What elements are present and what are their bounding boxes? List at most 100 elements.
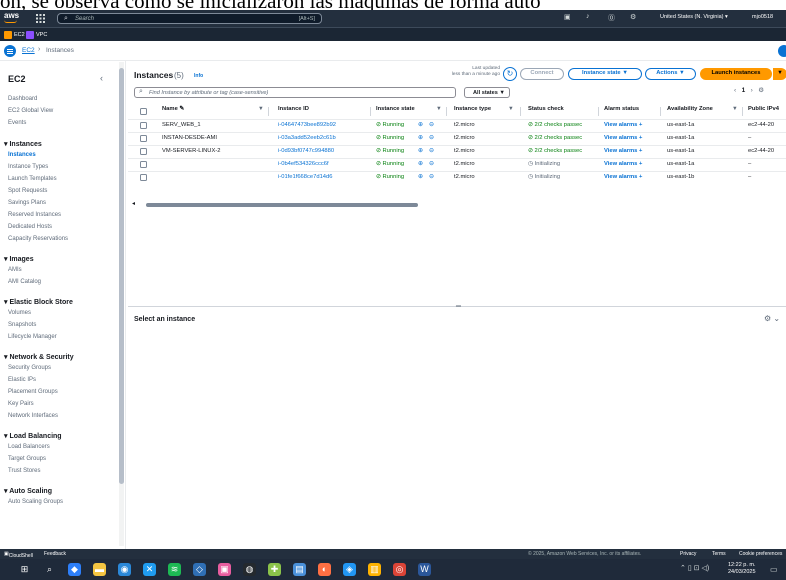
table-row[interactable]: i-01fe1f668ce7d14d6 ⊘ Running ⊕ ⊖ t2.micro ◷ … [128,171,786,183]
spotify-icon[interactable]: ≋ [168,563,181,576]
sidebar-item-auto-scaling-groups[interactable]: Auto Scaling Groups [8,499,63,505]
privacy-link[interactable]: Privacy [680,551,696,557]
instance-id-link[interactable]: i-04647473bee892b92 [278,122,336,128]
view-alarms-link[interactable]: View alarms + [604,122,642,128]
col-status-check[interactable]: Status check [528,106,564,118]
launch-dropdown-button[interactable]: ▼ [773,68,786,80]
col-public-ipv4[interactable]: Public IPv4 [748,106,779,118]
help-icon[interactable]: ⓪ [608,13,615,23]
sidebar-item-ec2-global-view[interactable]: EC2 Global View [8,108,53,114]
row-checkbox[interactable] [140,148,147,155]
info-link[interactable]: Info [194,73,203,79]
sidebar-item-savings-plans[interactable]: Savings Plans [8,200,46,206]
service-ec2[interactable]: EC2 [4,30,25,40]
sidebar-item-amis[interactable]: AMIs [8,267,22,273]
chevron-up-icon[interactable]: ⌃ [680,565,686,572]
windows-icon[interactable]: ⊞ [18,563,31,576]
zoom-out-icon[interactable]: ⊖ [429,135,434,141]
instance-state-button[interactable]: Instance state ▼ [568,68,642,80]
table-row[interactable]: INSTAN-DESDE-AMI i-03a3add52eeb2c61b ⊘ Run… [128,132,786,144]
sidebar-item-dashboard[interactable]: Dashboard [8,96,37,102]
instance-id-link[interactable]: i-0b4ef534326ccc6f [278,161,329,167]
table-scroll-thumb[interactable] [146,203,418,207]
gear-icon[interactable]: ⚙ [630,13,636,21]
sidebar-section-network-security[interactable]: ▾ Network & Security [4,353,74,361]
system-tray[interactable]: ⌃ ▯ ⊡ ◁) [680,564,709,572]
services-grid-icon[interactable] [36,14,45,23]
zoom-in-icon[interactable]: ⊕ [418,148,423,154]
sidebar-item-load-balancers[interactable]: Load Balancers [8,444,50,450]
col-instance-id[interactable]: Instance ID [278,106,309,118]
col-name[interactable]: Name ✎ [162,106,184,118]
sidebar-item-lifecycle-manager[interactable]: Lifecycle Manager [8,334,57,340]
refresh-button[interactable]: ↻ [503,67,517,81]
page-number[interactable]: 1 [742,87,746,94]
table-row[interactable]: SERV_WEB_1 i-04647473bee892b92 ⊘ Running ⊕ ⊖… [128,119,786,131]
drag-handle-icon[interactable]: ═ [456,303,461,310]
app-icon[interactable]: ◆ [68,563,81,576]
network-icon[interactable]: ⊡ [694,565,700,572]
connect-button[interactable]: Connect [520,68,564,80]
zoom-out-icon[interactable]: ⊖ [429,161,434,167]
feedback-link[interactable]: Feedback [44,551,66,557]
launch-instances-button[interactable]: Launch instances [700,68,772,80]
col-availability-zone[interactable]: Availability Zone [667,106,713,118]
sidebar-item-security-groups[interactable]: Security Groups [8,365,51,371]
instance-id-link[interactable]: i-03a3add52eeb2c61b [278,135,336,141]
sidebar-item-spot-requests[interactable]: Spot Requests [8,188,47,194]
battery-icon[interactable]: ▯ [688,565,692,572]
zoom-out-icon[interactable]: ⊖ [429,174,434,180]
view-alarms-link[interactable]: View alarms + [604,174,642,180]
terms-link[interactable]: Terms [712,551,726,557]
col-instance-state[interactable]: Instance state [376,106,415,118]
cloudshell-link[interactable]: ▣ CloudShell [4,551,33,559]
row-checkbox[interactable] [140,135,147,142]
sidebar-item-trust-stores[interactable]: Trust Stores [8,468,40,474]
zoom-out-icon[interactable]: ⊖ [429,122,434,128]
app-icon[interactable]: ◐ [318,563,331,576]
sidebar-item-instance-types[interactable]: Instance Types [8,164,48,170]
sidebar-item-network-interfaces[interactable]: Network Interfaces [8,413,58,419]
file-explorer-icon[interactable]: ▬ [93,563,106,576]
next-page-icon[interactable]: › [751,87,753,94]
volume-icon[interactable]: ◁) [701,565,709,572]
sidebar-item-events[interactable]: Events [8,120,26,126]
select-all-checkbox[interactable] [140,108,147,115]
instance-id-link[interactable]: i-0d93bf0747c994880 [278,148,334,154]
word-icon[interactable]: W [418,563,431,576]
actions-button[interactable]: Actions ▼ [645,68,696,80]
app-icon[interactable]: ▣ [218,563,231,576]
app-icon[interactable]: ▥ [368,563,381,576]
view-alarms-link[interactable]: View alarms + [604,135,642,141]
row-checkbox[interactable] [140,161,147,168]
notifications-icon[interactable]: ▭ [770,565,778,574]
row-checkbox[interactable] [140,122,147,129]
sort-icon[interactable]: ▼ [258,106,264,118]
search-icon[interactable]: ⌕ [43,563,56,576]
sidebar-item-reserved-instances[interactable]: Reserved Instances [8,212,61,218]
sidebar-item-capacity-reservations[interactable]: Capacity Reservations [8,236,68,242]
browser-icon[interactable]: ◉ [118,563,131,576]
sidebar-item-snapshots[interactable]: Snapshots [8,322,36,328]
instance-id-link[interactable]: i-01fe1f668ce7d14d6 [278,174,332,180]
info-panel-icon[interactable] [778,45,786,57]
chrome-icon[interactable]: ◎ [393,563,406,576]
app-icon[interactable]: ✚ [268,563,281,576]
sidebar-section-elastic-block-store[interactable]: ▾ Elastic Block Store [4,298,73,306]
cookie-preferences-link[interactable]: Cookie preferences [739,551,782,557]
github-icon[interactable]: ◍ [243,563,256,576]
sidebar-item-key-pairs[interactable]: Key Pairs [8,401,34,407]
sidebar-item-volumes[interactable]: Volumes [8,310,31,316]
view-alarms-link[interactable]: View alarms + [604,148,642,154]
sort-icon[interactable]: ▼ [508,106,514,118]
region-selector[interactable]: United States (N. Virginia) ▾ [660,14,728,20]
table-row[interactable]: i-0b4ef534326ccc6f ⊘ Running ⊕ ⊖ t2.micro ◷ I… [128,158,786,170]
vscode-icon[interactable]: ✕ [143,563,156,576]
zoom-in-icon[interactable]: ⊕ [418,122,423,128]
sidebar-section-auto-scaling[interactable]: ▾ Auto Scaling [4,487,52,495]
collapse-icon[interactable]: ‹ [100,73,103,83]
find-instance-input[interactable]: ⌕ Find Instance by attribute or tag (cas… [134,87,456,98]
app-icon[interactable]: ◈ [343,563,356,576]
menu-icon[interactable] [4,45,16,57]
aws-logo[interactable]: aws [4,12,19,20]
